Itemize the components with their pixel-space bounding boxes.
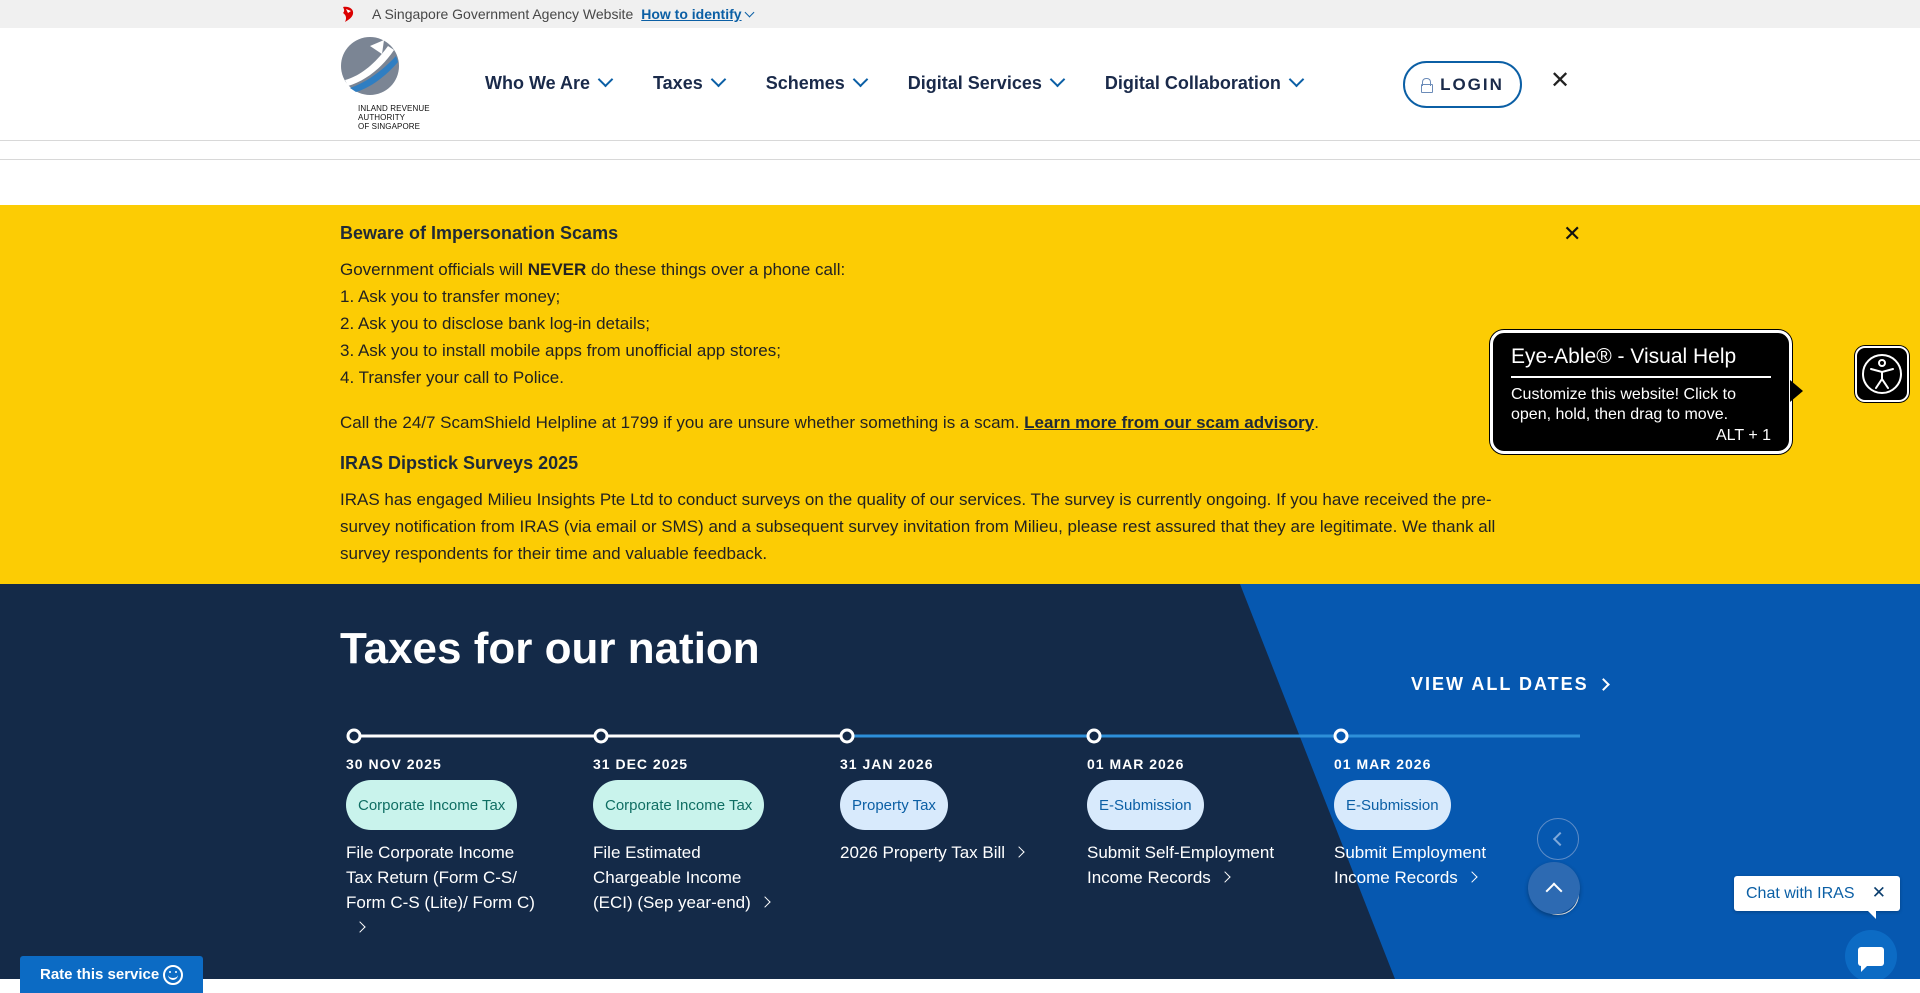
timeline-description-text: File Estimated Chargeable Income (ECI) (…: [593, 843, 751, 912]
chevron-down-icon: [710, 71, 726, 88]
eye-able-underline: [1511, 376, 1771, 378]
eye-able-tooltip[interactable]: Eye-Able® - Visual Help Customize this w…: [1490, 330, 1803, 454]
timeline-tag: Property Tax: [840, 780, 948, 830]
timeline-description-text: File Corporate Income Tax Return (Form C…: [346, 843, 535, 912]
timeline-description: Submit Employment Income Records: [1334, 840, 1524, 890]
close-icon[interactable]: ✕: [1550, 66, 1570, 95]
nav-digital-services[interactable]: Digital Services: [907, 71, 1066, 94]
timeline-tag: Corporate Income Tax: [346, 780, 518, 830]
main-nav: Who We Are Taxes Schemes Digital Service…: [485, 71, 1344, 94]
chat-with-iras-label[interactable]: Chat with IRAS ✕: [1734, 876, 1900, 919]
chevron-down-icon: [597, 71, 614, 88]
nav-schemes[interactable]: Schemes: [765, 71, 869, 94]
alert-item: 3. Ask you to install mobile apps from u…: [340, 341, 781, 360]
alert-title: Beware of Impersonation Scams: [340, 223, 619, 243]
chat-close-icon[interactable]: ✕: [1872, 883, 1886, 903]
nav-who-we-are[interactable]: Who We Are: [485, 71, 614, 94]
carousel-prev-button[interactable]: [1537, 818, 1579, 860]
timeline-tag: Corporate Income Tax: [593, 780, 765, 830]
timeline-tag: E-Submission: [1087, 780, 1204, 830]
nav-label: Taxes: [653, 73, 703, 93]
login-button[interactable]: LOGIN: [1403, 61, 1522, 108]
timeline-description-text: Submit Self-Employment Income Records: [1087, 843, 1275, 887]
alert-intro: Government officials will NEVER do these…: [340, 256, 1540, 283]
alert-intro-pre: Government officials will: [340, 260, 528, 279]
alert-close-icon[interactable]: ✕: [1563, 221, 1581, 247]
chevron-down-icon: [852, 71, 869, 88]
header-divider: [0, 142, 1920, 160]
masthead-text: A Singapore Government Agency Website: [372, 6, 634, 22]
timeline-description-text: Submit Employment Income Records: [1334, 843, 1487, 887]
eye-able-shortcut: ALT + 1: [1716, 427, 1771, 444]
timeline-track: [346, 728, 1580, 744]
nav-label: Digital Collaboration: [1104, 73, 1281, 93]
timeline-description: Submit Self-Employment Income Records: [1087, 840, 1277, 890]
eye-able-title: Eye-Able® - Visual Help: [1511, 345, 1737, 368]
alert-item: 4. Transfer your call to Police.: [340, 368, 564, 387]
timeline-date: 31 JAN 2026: [840, 756, 934, 772]
survey-text: IRAS has engaged Milieu Insights Pte Ltd…: [340, 490, 1496, 563]
singapore-lion-icon: [340, 5, 358, 23]
chevron-right-icon: [1013, 846, 1025, 858]
chevron-down-icon: [1049, 71, 1066, 88]
survey-title: IRAS Dipstick Surveys 2025: [340, 453, 579, 473]
chevron-right-icon: [1219, 871, 1231, 883]
rate-service-label: Rate this service: [40, 966, 160, 983]
chevron-right-icon: [1466, 871, 1478, 883]
timeline-description: File Estimated Chargeable Income (ECI) (…: [593, 840, 783, 915]
alert-intro-bold: NEVER: [527, 260, 587, 279]
chevron-right-icon: [354, 921, 366, 933]
logo-line-3: OF SINGAPORE: [358, 122, 421, 131]
nav-label: Digital Services: [907, 73, 1042, 93]
timeline: 30 NOV 2025 Corporate Income Tax File Co…: [340, 584, 1580, 979]
helpline-text: Call the 24/7 ScamShield Helpline at 179…: [340, 409, 1540, 436]
lock-icon: [1421, 78, 1434, 93]
chat-bubble-icon: [1858, 946, 1884, 972]
nav-digital-collaboration[interactable]: Digital Collaboration: [1104, 71, 1305, 94]
chevron-up-icon: [1545, 882, 1563, 900]
chevron-right-icon: [759, 896, 771, 908]
chevron-right-icon: [1596, 678, 1610, 691]
nav-label: Who We Are: [485, 73, 591, 93]
alert-item: 1. Ask you to transfer money;: [340, 287, 561, 306]
helpline-pre: Call the 24/7 ScamShield Helpline at 179…: [340, 413, 1025, 432]
timeline-description: File Corporate Income Tax Return (Form C…: [346, 840, 536, 940]
alert-item: 2. Ask you to disclose bank log-in detai…: [340, 314, 650, 333]
chevron-left-icon: [1552, 831, 1568, 847]
smiley-icon: [163, 965, 183, 985]
rate-service-button[interactable]: Rate this service: [20, 956, 203, 993]
helpline-post: .: [1314, 413, 1319, 432]
page-bottom: [0, 979, 1920, 993]
iras-emblem-icon: [341, 37, 399, 95]
iras-logo[interactable]: INLAND REVENUE AUTHORITY OF SINGAPORE: [340, 36, 430, 132]
chat-button[interactable]: [1845, 930, 1897, 982]
logo-line-2: AUTHORITY: [358, 113, 406, 122]
accessibility-person-icon: [1862, 354, 1902, 394]
gov-masthead: A Singapore Government Agency Website Ho…: [0, 0, 1920, 28]
timeline-description-text: 2026 Property Tax Bill: [840, 843, 1006, 862]
timeline-description: 2026 Property Tax Bill: [840, 840, 1030, 865]
chevron-down-icon: [1288, 71, 1305, 88]
how-to-identify-label: How to identify: [641, 6, 742, 22]
taxes-section: Taxes for our nation VIEW ALL DATES 30 N…: [0, 584, 1920, 979]
eye-able-description: Customize this website! Click to open, h…: [1511, 386, 1736, 423]
logo-line-1: INLAND REVENUE: [358, 104, 430, 113]
timeline-date: 31 DEC 2025: [593, 756, 689, 772]
nav-label: Schemes: [765, 73, 845, 93]
how-to-identify-link[interactable]: How to identify: [641, 6, 755, 22]
timeline-date: 01 MAR 2026: [1334, 756, 1432, 772]
nav-taxes[interactable]: Taxes: [653, 71, 726, 94]
site-header: INLAND REVENUE AUTHORITY OF SINGAPORE Wh…: [0, 28, 1920, 141]
timeline-tag: E-Submission: [1334, 780, 1451, 830]
back-to-top-button[interactable]: [1528, 862, 1580, 914]
scam-advisory-link[interactable]: Learn more from our scam advisory: [1024, 413, 1314, 432]
chat-label-text: Chat with IRAS: [1746, 884, 1855, 902]
timeline-date: 30 NOV 2025: [346, 756, 442, 772]
logo-text: INLAND REVENUE AUTHORITY OF SINGAPORE: [358, 104, 430, 131]
chevron-down-icon: [744, 7, 755, 18]
timeline-date: 01 MAR 2026: [1087, 756, 1185, 772]
login-label: LOGIN: [1440, 74, 1504, 94]
alert-intro-post: do these things over a phone call:: [586, 260, 846, 279]
accessibility-button[interactable]: [1855, 346, 1909, 402]
